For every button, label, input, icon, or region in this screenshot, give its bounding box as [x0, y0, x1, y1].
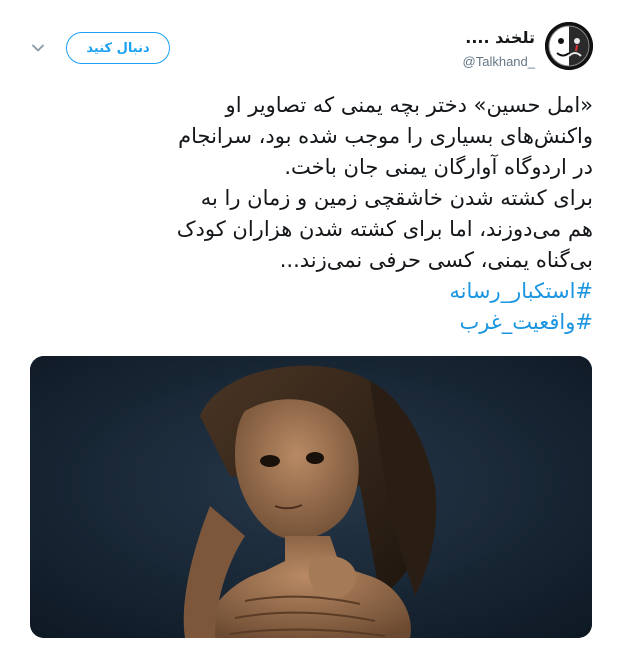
tweet-line: هم می‌دوزند، اما برای کشته شدن هزاران کو…: [176, 217, 593, 241]
hashtag-link[interactable]: #استکبار_رسانه: [30, 276, 593, 307]
sad-laughing-face-icon: [545, 22, 593, 70]
tweet-photo[interactable]: [30, 356, 592, 638]
tweet-text: «امل حسین» دختر بچه یمنی که تصاویر او وا…: [30, 90, 593, 338]
tweet-line: بی‌گناه یمنی، کسی حرفی نمی‌زند...: [279, 248, 593, 272]
tweet-line: در اردوگاه آوارگان یمنی جان باخت.: [284, 155, 593, 179]
follow-button-label: دنبال کنید: [86, 40, 150, 56]
tweet-line: برای کشته شدن خاشقچی زمین و زمان را به: [200, 186, 593, 210]
follow-button[interactable]: دنبال کنید: [66, 32, 170, 64]
tweet-line: واکنش‌های بسیاری را موجب شده بود، سرانجا…: [178, 124, 593, 148]
tweet-line: «امل حسین» دختر بچه یمنی که تصاویر او: [225, 93, 593, 117]
hashtag-link[interactable]: #واقعیت_غرب: [30, 307, 593, 338]
avatar[interactable]: [545, 22, 593, 70]
user-display-name[interactable]: تلخند ....: [465, 28, 535, 47]
photo-image: [30, 356, 592, 638]
tweet-menu-button[interactable]: [30, 40, 46, 56]
chevron-down-icon: [32, 44, 44, 52]
user-handle[interactable]: @Talkhand_: [463, 54, 535, 69]
tweet-card: تلخند .... @Talkhand_ دنبال کنید «امل حس…: [0, 0, 623, 649]
